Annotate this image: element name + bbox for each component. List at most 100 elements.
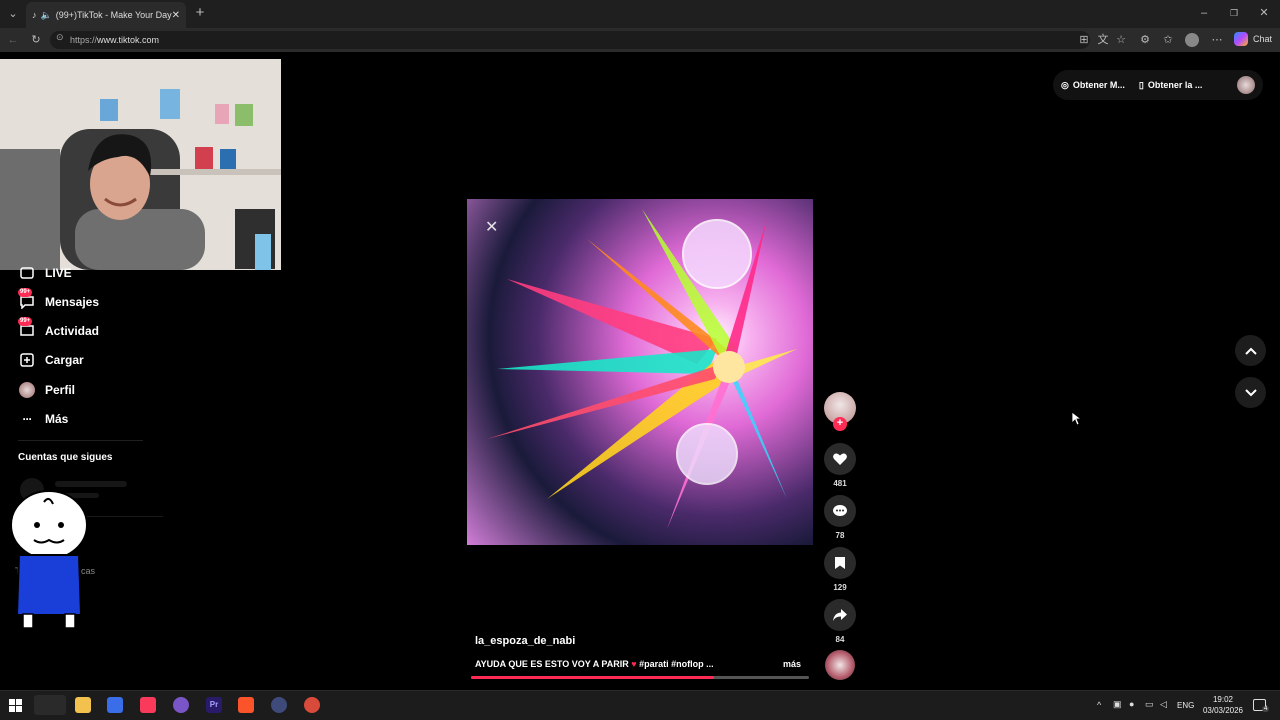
- back-icon[interactable]: ←: [5, 32, 21, 48]
- comment-icon: [833, 505, 847, 516]
- bookmark-icon: [835, 557, 845, 569]
- site-info-icon[interactable]: ⊙: [56, 32, 64, 43]
- following-title: Cuentas que sigues: [18, 452, 113, 463]
- get-coins-button[interactable]: ◎ Obtener M...: [1061, 80, 1125, 91]
- file-explorer-icon[interactable]: [75, 697, 91, 713]
- sidebar-item-label: Mensajes: [45, 295, 100, 309]
- favorite-star-icon[interactable]: ☆: [1113, 32, 1129, 48]
- video-author[interactable]: la_espoza_de_nabi: [475, 635, 575, 647]
- minimize-icon[interactable]: –: [1196, 5, 1212, 21]
- new-tab-icon[interactable]: +: [192, 5, 208, 21]
- share-icon: [833, 609, 847, 621]
- save-count: 129: [833, 583, 847, 592]
- store-icon[interactable]: [107, 697, 123, 713]
- like-count: 481: [833, 479, 847, 488]
- windows-start-icon[interactable]: [9, 699, 22, 712]
- chevron-down-icon: [1244, 388, 1257, 396]
- video-caption: AYUDA QUE ES ESTO VOY A PARIR ♥ #parati …: [475, 659, 775, 669]
- extensions-icon[interactable]: ⚙: [1137, 32, 1153, 48]
- live-icon: [18, 264, 36, 282]
- sidebar-item-profile[interactable]: Perfil: [18, 381, 75, 399]
- app-icon[interactable]: [271, 697, 287, 713]
- sidebar-item-label: Actividad: [45, 324, 100, 338]
- video-progress-bar[interactable]: [471, 676, 809, 679]
- follow-button[interactable]: +: [833, 417, 847, 431]
- comment-count: 78: [835, 531, 845, 540]
- browser-menu-icon[interactable]: ⋯: [1209, 32, 1225, 48]
- clock-date: 03/03/2026: [1202, 706, 1244, 715]
- tray-chevron-icon[interactable]: ^: [1097, 700, 1101, 710]
- heart-emoji-icon: ♥: [631, 659, 637, 669]
- sidebar-item-upload[interactable]: Cargar: [18, 351, 84, 369]
- brave-icon[interactable]: [238, 697, 254, 713]
- capcut-logo-icon: ✕: [485, 219, 499, 236]
- tray-app-icon[interactable]: ▣: [1113, 699, 1122, 710]
- browser-tab-bar: ⌄ ♪ 🔈 (99+)TikTok - Make Your Day ✕ + – …: [0, 0, 1280, 28]
- search-taskbar-icon[interactable]: [34, 695, 66, 715]
- sidebar-item-label: Perfil: [45, 383, 76, 397]
- sidebar-item-more[interactable]: ··· Más: [18, 410, 69, 428]
- get-app-label: Obtener la ...: [1147, 80, 1203, 90]
- coin-icon: ◎: [1061, 79, 1069, 90]
- music-disc[interactable]: [825, 650, 855, 680]
- premiere-icon[interactable]: Pr: [206, 697, 222, 713]
- get-app-button[interactable]: ▯ Obtener la ...: [1139, 80, 1202, 91]
- refresh-icon[interactable]: ↻: [28, 32, 44, 48]
- comment-button[interactable]: [824, 495, 856, 527]
- discord-icon[interactable]: [173, 697, 189, 713]
- caption-more-button[interactable]: más: [783, 659, 801, 669]
- activity-icon: 99+: [18, 317, 36, 340]
- app-available-icon[interactable]: ⊞: [1076, 32, 1092, 48]
- header-actions: ◎ Obtener M... ▯ Obtener la ...: [1053, 70, 1263, 100]
- upload-icon: [18, 351, 36, 369]
- address-bar[interactable]: ⊙ https://www.tiktok.com: [50, 31, 1090, 49]
- previous-video-button[interactable]: [1235, 335, 1266, 366]
- save-button[interactable]: [824, 547, 856, 579]
- network-icon[interactable]: ▭: [1145, 699, 1154, 710]
- restore-icon[interactable]: ❐: [1226, 5, 1242, 21]
- microphone-icon[interactable]: ●: [1129, 699, 1134, 709]
- caption-text: AYUDA QUE ES ESTO VOY A PARIR: [475, 659, 629, 669]
- clock-time: 19:02: [1212, 695, 1234, 704]
- share-button[interactable]: [824, 599, 856, 631]
- video-player[interactable]: ✕: [467, 199, 813, 545]
- sidebar-item-activity[interactable]: 99+ Actividad: [18, 317, 100, 340]
- share-count: 84: [835, 635, 845, 644]
- sidebar-item-messages[interactable]: 99+ Mensajes: [18, 288, 100, 311]
- messages-icon: 99+: [18, 288, 36, 311]
- music-app-icon[interactable]: [140, 697, 156, 713]
- mouse-cursor-icon: [1071, 411, 1081, 426]
- url-protocol: https://: [70, 35, 98, 45]
- sidebar-item-live[interactable]: LIVE: [18, 264, 72, 282]
- heart-icon: [833, 453, 847, 465]
- system-clock[interactable]: 19:02 03/03/2026: [1195, 694, 1251, 716]
- streamer-sticker: [9, 490, 89, 630]
- next-video-button[interactable]: [1235, 377, 1266, 408]
- webcam-image: [0, 59, 281, 270]
- close-tab-icon[interactable]: ✕: [172, 10, 180, 21]
- translate-icon[interactable]: 文: [1095, 32, 1111, 48]
- copilot-icon[interactable]: [1234, 32, 1248, 46]
- tab-actions-icon[interactable]: ⌄: [5, 6, 21, 22]
- tab-title: (99+)TikTok - Make Your Day: [55, 10, 172, 20]
- chat-button[interactable]: Chat: [1253, 34, 1272, 44]
- like-button[interactable]: [824, 443, 856, 475]
- get-coins-label: Obtener M...: [1072, 80, 1125, 90]
- browser-profile-avatar[interactable]: [1185, 33, 1199, 47]
- video-progress-fill: [471, 676, 715, 679]
- sidebar-item-label: Cargar: [45, 353, 84, 367]
- phone-icon: ▯: [1138, 79, 1144, 90]
- browser-tab[interactable]: ♪ 🔈 (99+)TikTok - Make Your Day ✕: [26, 2, 186, 28]
- obs-icon[interactable]: [304, 697, 320, 713]
- profile-avatar: [18, 381, 36, 399]
- language-indicator[interactable]: ENG: [1177, 701, 1194, 710]
- chevron-up-icon: [1244, 347, 1257, 355]
- caption-hashtags[interactable]: #parati #noflop ...: [639, 659, 714, 669]
- speaker-icon[interactable]: 🔈: [41, 10, 52, 21]
- messages-badge: 99+: [18, 288, 33, 297]
- volume-icon[interactable]: ◁: [1160, 699, 1167, 710]
- user-avatar[interactable]: [1237, 76, 1255, 94]
- webcam-overlay: [0, 59, 281, 270]
- favorites-icon[interactable]: ✩: [1160, 32, 1176, 48]
- close-window-icon[interactable]: ✕: [1256, 5, 1272, 21]
